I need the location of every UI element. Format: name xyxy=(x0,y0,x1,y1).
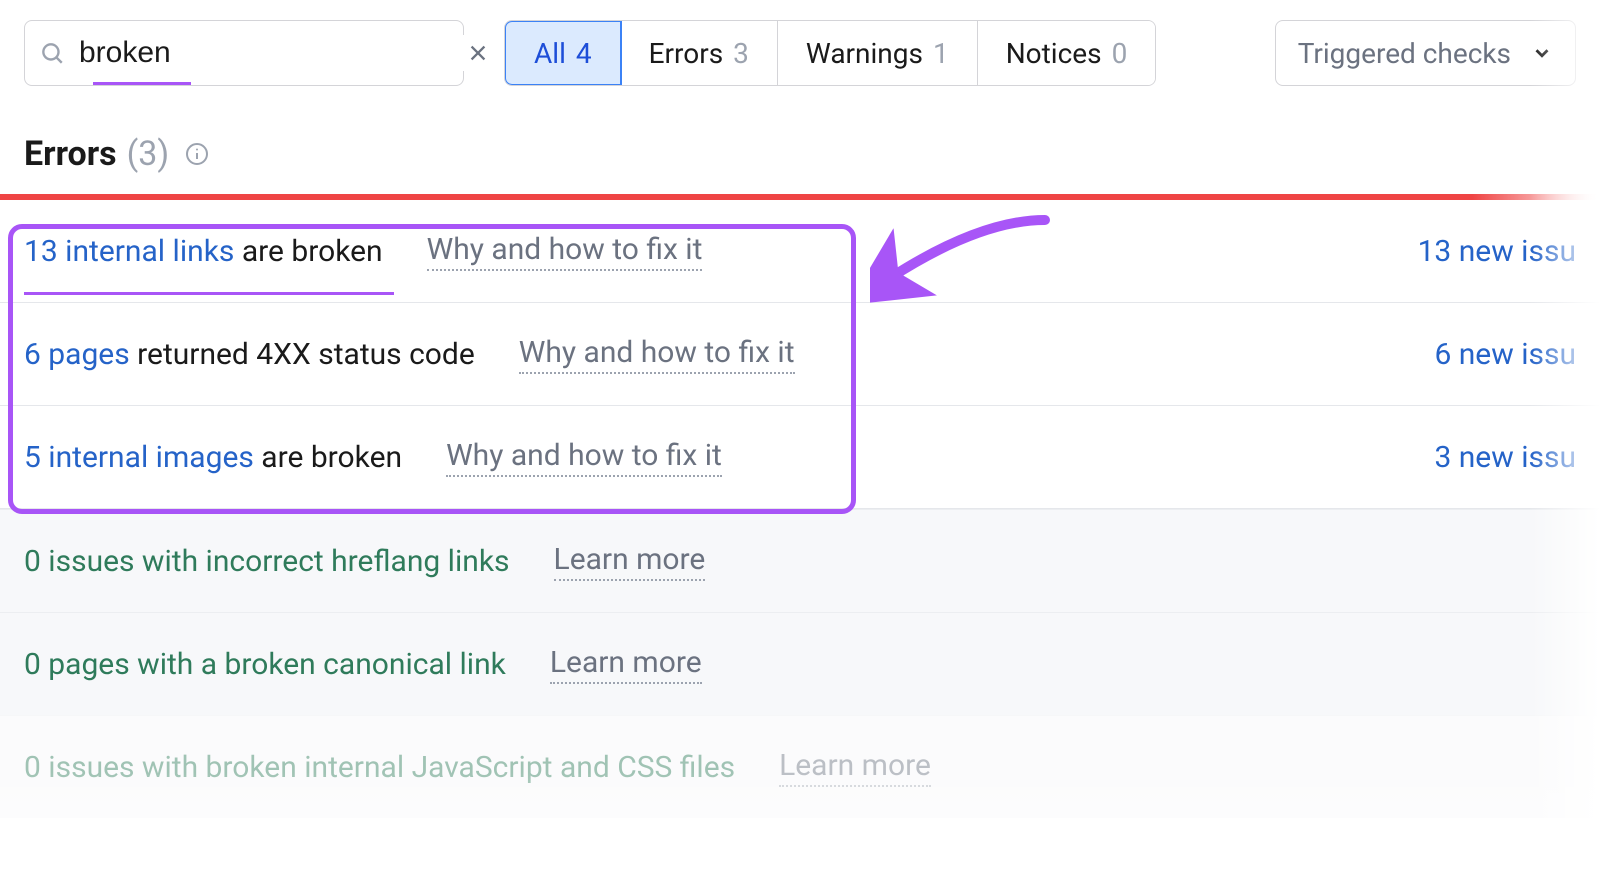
triggered-checks-label: Triggered checks xyxy=(1298,37,1511,70)
issue-link[interactable]: 6 pages xyxy=(24,337,130,372)
why-fix-link[interactable]: Why and how to fix it xyxy=(427,232,703,271)
triggered-checks-dropdown[interactable]: Triggered checks xyxy=(1275,20,1576,86)
learn-more-link[interactable]: Learn more xyxy=(554,542,706,581)
zero-issue-text: 0 pages with a broken canonical link xyxy=(24,647,506,682)
issue-text: returned 4XX status code xyxy=(130,337,475,372)
filter-tab-all[interactable]: All 4 xyxy=(504,20,622,86)
issue-row: 6 pages returned 4XX status code Why and… xyxy=(0,303,1600,406)
search-box[interactable] xyxy=(24,20,464,86)
filter-tab-warnings[interactable]: Warnings 1 xyxy=(778,21,978,85)
chevron-down-icon xyxy=(1531,42,1553,64)
search-underline-annotation xyxy=(93,82,191,85)
section-count: (3) xyxy=(127,134,170,174)
filter-tab-label: Errors xyxy=(649,37,724,70)
issue-row: 0 issues with incorrect hreflang links L… xyxy=(0,509,1600,612)
filter-tab-label: Notices xyxy=(1006,37,1102,70)
issue-row: 13 internal links are broken Why and how… xyxy=(0,200,1600,303)
filter-tab-errors[interactable]: Errors 3 xyxy=(621,21,778,85)
row-underline-annotation xyxy=(24,292,394,295)
filter-tab-count: 3 xyxy=(733,37,749,70)
filter-tab-notices[interactable]: Notices 0 xyxy=(978,21,1156,85)
issue-link[interactable]: 5 internal images xyxy=(24,440,254,475)
learn-more-link[interactable]: Learn more xyxy=(779,748,931,787)
filter-tab-label: All xyxy=(534,37,566,70)
learn-more-link[interactable]: Learn more xyxy=(550,645,702,684)
info-icon[interactable] xyxy=(185,142,209,166)
filter-tab-count: 1 xyxy=(933,37,949,70)
search-icon xyxy=(39,40,65,66)
new-issues-link[interactable]: 6 new issu xyxy=(1434,337,1576,372)
new-issues-link[interactable]: 3 new issu xyxy=(1434,440,1576,475)
clear-icon[interactable] xyxy=(467,42,489,64)
issue-row: 5 internal images are broken Why and how… xyxy=(0,406,1600,509)
why-fix-link[interactable]: Why and how to fix it xyxy=(519,335,795,374)
zero-issue-text: 0 issues with incorrect hreflang links xyxy=(24,544,510,579)
issue-text: are broken xyxy=(254,440,402,475)
zero-issue-text: 0 issues with broken internal JavaScript… xyxy=(24,750,735,785)
filter-tabs: All 4 Errors 3 Warnings 1 Notices 0 xyxy=(504,20,1156,86)
search-input[interactable] xyxy=(77,35,467,71)
filter-tab-count: 4 xyxy=(576,37,592,70)
filter-tab-label: Warnings xyxy=(806,37,923,70)
section-title: Errors xyxy=(24,134,117,174)
filter-tab-count: 0 xyxy=(1112,37,1128,70)
issue-link[interactable]: 13 internal links xyxy=(24,234,234,269)
new-issues-link[interactable]: 13 new issu xyxy=(1418,234,1576,269)
issue-row: 0 pages with a broken canonical link Lea… xyxy=(0,612,1600,715)
issue-row: 0 issues with broken internal JavaScript… xyxy=(0,715,1600,818)
why-fix-link[interactable]: Why and how to fix it xyxy=(446,438,722,477)
issue-text: are broken xyxy=(234,234,382,269)
